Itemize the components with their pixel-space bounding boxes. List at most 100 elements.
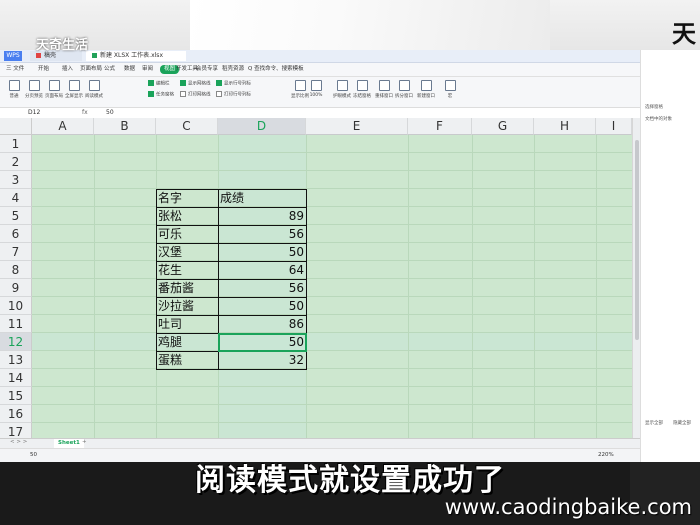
corner-watermark-char: 天 (672, 20, 696, 48)
name-box[interactable]: D12 (2, 109, 62, 117)
menu-bar: 三 文件 开始 插入 页面布局 公式 数据 审阅 视图 开发工具 会员专享 稻壳资源 Q 查找命令、搜… (0, 63, 640, 77)
menu-item[interactable]: 公式 (104, 65, 115, 74)
checkbox-icon (180, 91, 186, 97)
ribbon-button-label: 分页预览 (25, 94, 43, 99)
menu-item[interactable]: 稻壳资源 (222, 65, 244, 74)
ribbon-checkbox[interactable]: 编辑栏 (148, 80, 170, 88)
row-header[interactable]: 9 (0, 279, 32, 297)
row-header[interactable]: 17 (0, 423, 32, 438)
grid-line (32, 242, 632, 243)
row-header[interactable]: 16 (0, 405, 32, 423)
task-pane-subtitle: 文档中的对象 (645, 117, 672, 122)
tab-workbook[interactable]: 新建 XLSX 工作表.xlsx (86, 51, 186, 61)
row-header[interactable]: 7 (0, 243, 32, 261)
table-border (156, 243, 306, 244)
ribbon-checkbox[interactable]: 显示网格线 (180, 80, 211, 88)
ribbon-button-label: 页面布局 (45, 94, 63, 99)
column-header[interactable]: G (472, 118, 534, 135)
ribbon-button[interactable]: 阅读模式 (84, 79, 104, 105)
ribbon-button-label: 拆分窗口 (395, 94, 413, 99)
scrollbar-thumb[interactable] (635, 140, 639, 340)
ribbon-button[interactable]: 普通 (4, 79, 24, 105)
vertical-scrollbar[interactable] (632, 118, 640, 438)
site-watermark: www.caodingbaike.com (444, 495, 692, 519)
row-header[interactable]: 6 (0, 225, 32, 243)
grid-line (472, 135, 473, 438)
ribbon-icon (8, 80, 20, 91)
ribbon-button[interactable]: 新建窗口 (416, 79, 436, 105)
ribbon-button[interactable]: 重排窗口 (374, 79, 394, 105)
menu-item[interactable]: 开发工具 (176, 65, 198, 74)
checkbox-icon (216, 80, 222, 86)
grid-line (32, 332, 632, 333)
column-header[interactable]: A (32, 118, 94, 135)
ribbon-button[interactable]: 分页预览 (24, 79, 44, 105)
grid-line (32, 314, 632, 315)
fx-icon[interactable]: fx (82, 108, 88, 118)
menu-item[interactable]: Q 查找命令、搜索模板 (248, 65, 304, 74)
view-ribbon: 普通 分页预览 页面布局 全屏显示 阅读模式 显示比例 100% 护眼模式 冻结窗格 重排窗口 拆分… (0, 77, 640, 108)
ribbon-checkbox[interactable]: 任务窗格 (148, 91, 174, 99)
column-header[interactable]: C (156, 118, 218, 135)
ribbon-button[interactable]: 页面布局 (44, 79, 64, 105)
row-header[interactable]: 13 (0, 351, 32, 369)
ribbon-button[interactable]: 全屏显示 (64, 79, 84, 105)
row-header[interactable]: 4 (0, 189, 32, 207)
row-header[interactable]: 8 (0, 261, 32, 279)
hide-all-button[interactable]: 隐藏全部 (673, 420, 691, 426)
checkbox-icon (180, 80, 186, 86)
column-header[interactable]: F (408, 118, 472, 135)
row-header[interactable]: 3 (0, 171, 32, 189)
column-header[interactable]: I (596, 118, 632, 135)
menu-item[interactable]: 审阅 (142, 65, 153, 74)
column-header[interactable]: H (534, 118, 596, 135)
ribbon-button[interactable]: 100% (306, 79, 326, 105)
menu-item[interactable]: 会员专享 (196, 65, 218, 74)
sheet-nav-arrows[interactable]: < > > (10, 439, 27, 445)
table-border (156, 207, 306, 208)
table-border (156, 225, 306, 226)
show-all-button[interactable]: 显示全部 (645, 420, 663, 426)
ribbon-checkbox[interactable]: 显示行号列标 (216, 80, 251, 88)
ribbon-button-label: 全屏显示 (65, 94, 83, 99)
grid-line (94, 135, 95, 438)
menu-item[interactable]: 开始 (38, 65, 49, 74)
select-all-corner[interactable] (0, 118, 32, 135)
row-header[interactable]: 10 (0, 297, 32, 315)
row-header[interactable]: 14 (0, 369, 32, 387)
spreadsheet-icon (92, 53, 97, 58)
formula-input[interactable]: 50 (106, 108, 114, 118)
ribbon-button[interactable]: 宏 (440, 79, 460, 105)
spreadsheet-grid[interactable]: A B C D E F G H I 1 2 3 4 5 6 7 8 9 10 11 12 13 14 15 16 17 名字 成绩 张松… (0, 118, 632, 438)
watermark-logo: 天奇生活 (36, 38, 89, 53)
menu-item[interactable]: 三 文件 (6, 65, 24, 74)
menu-item[interactable]: 插入 (62, 65, 73, 74)
column-header[interactable]: B (94, 118, 156, 135)
row-header[interactable]: 11 (0, 315, 32, 333)
grid-line (32, 422, 632, 423)
menu-item[interactable]: 页面布局 (80, 65, 102, 74)
ribbon-button[interactable]: 冻结窗格 (352, 79, 372, 105)
tab-wps[interactable]: WPS (4, 51, 22, 61)
row-header[interactable]: 2 (0, 153, 32, 171)
task-pane-title: 选择窗格 (645, 105, 663, 110)
grid-line (596, 135, 597, 438)
ribbon-button[interactable]: 护眼模式 (332, 79, 352, 105)
ribbon-checkbox[interactable]: 打印网格线 (180, 91, 211, 99)
row-header[interactable]: 1 (0, 135, 32, 153)
ribbon-checkbox[interactable]: 打印行号列标 (216, 91, 251, 99)
ribbon-icon (88, 80, 100, 91)
grid-line (32, 152, 632, 153)
column-header[interactable]: D (218, 118, 306, 135)
ribbon-icon (310, 80, 322, 91)
row-header[interactable]: 5 (0, 207, 32, 225)
column-header[interactable]: E (306, 118, 408, 135)
ribbon-button[interactable]: 拆分窗口 (394, 79, 414, 105)
ribbon-button-label: 护眼模式 (333, 94, 351, 99)
row-header[interactable]: 12 (0, 333, 32, 351)
grid-line (32, 386, 632, 387)
menu-item[interactable]: 数据 (124, 65, 135, 74)
video-subtitle: 阅读模式就设置成功了 (195, 463, 505, 498)
row-header[interactable]: 15 (0, 387, 32, 405)
add-sheet-icon[interactable]: + (82, 439, 87, 445)
